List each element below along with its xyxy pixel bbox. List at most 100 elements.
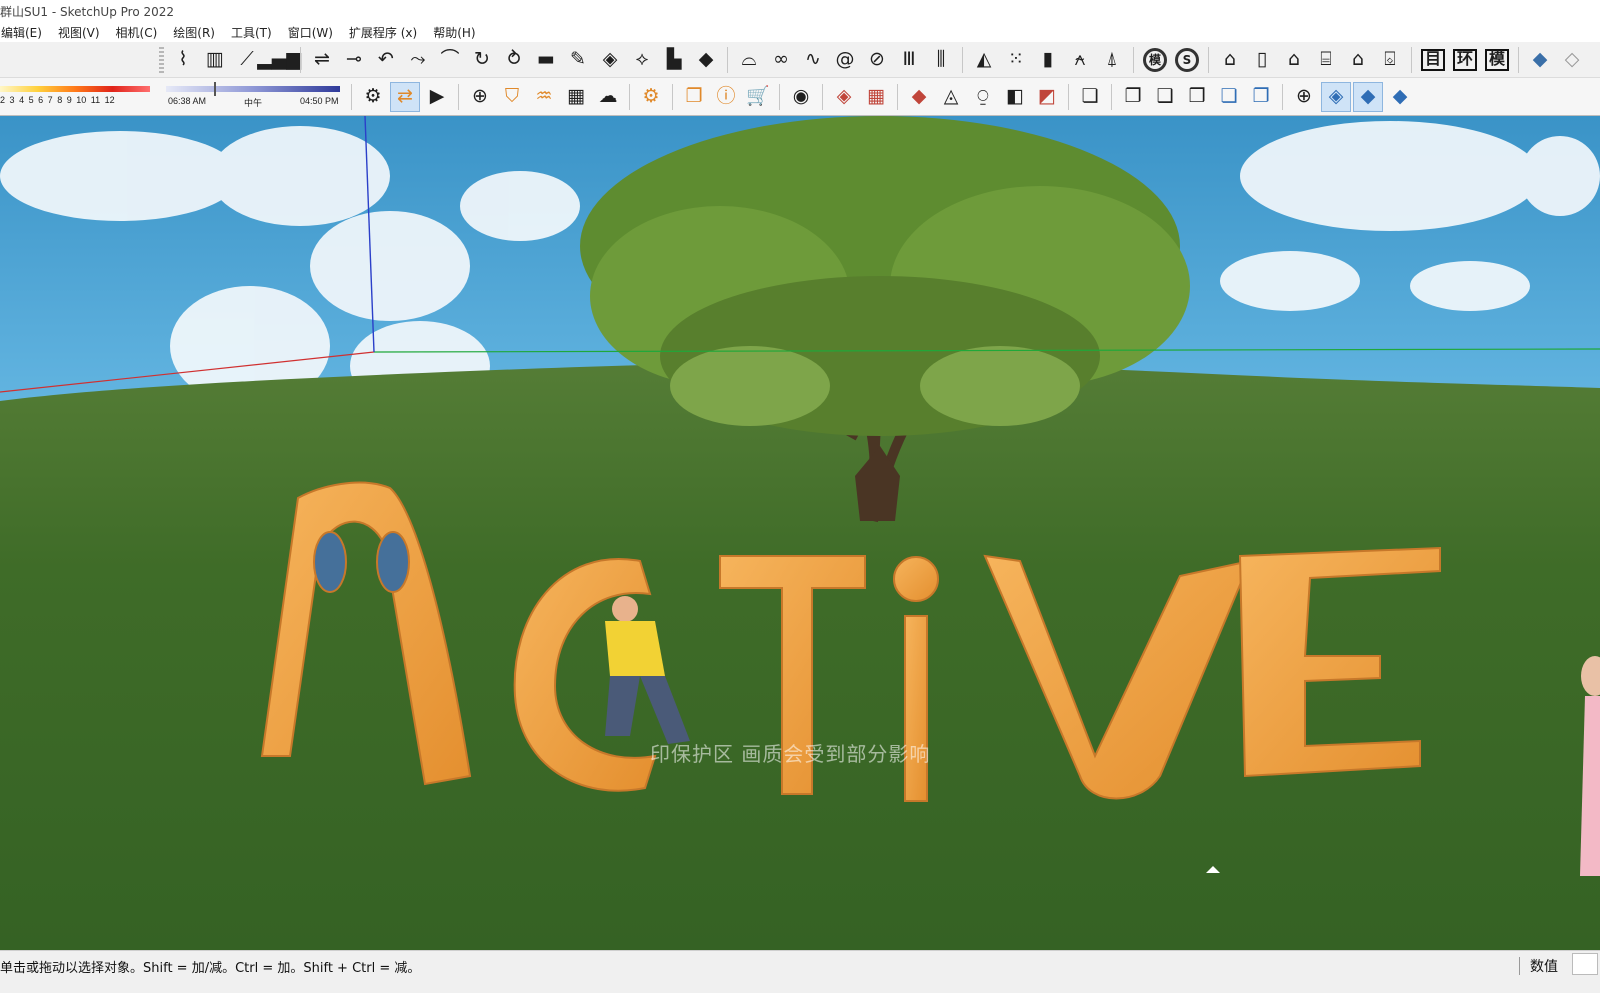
gears-icon: ⚙	[642, 85, 660, 107]
solid-intersect-button[interactable]: ❑	[1150, 82, 1180, 112]
window-frame-icon: ▥	[206, 48, 224, 70]
house-outline-button[interactable]: ⌂	[1343, 45, 1373, 75]
plank-tool-button[interactable]: ▬	[531, 45, 561, 75]
menu-extensions[interactable]: 扩展程序 (x)	[348, 24, 418, 41]
letter-i-stem	[904, 615, 928, 802]
menu-help[interactable]: 帮助(H)	[432, 24, 476, 41]
house-3d-button[interactable]: ⌂	[1215, 45, 1245, 75]
material-red-button[interactable]: ◈	[829, 82, 859, 112]
pen-tool-button[interactable]: ✎	[563, 45, 593, 75]
shield-button[interactable]: ⛉	[497, 82, 527, 112]
mu-plugin-icon: 目	[1420, 48, 1445, 71]
sandbox-flip-button[interactable]: ◩	[1032, 82, 1062, 112]
sandbox-scratch-button[interactable]: ⍜	[968, 82, 998, 112]
home-button[interactable]: ⌂	[1279, 45, 1309, 75]
grid-diamond-icon: ◈	[602, 48, 618, 70]
time-slider-thumb[interactable]	[214, 81, 216, 96]
cloud-upload-icon: ☁	[598, 85, 618, 107]
mo-plugin-icon: 模	[1484, 48, 1509, 71]
solid-outer-shell-button[interactable]: ❐	[1118, 82, 1148, 112]
grid-tool-button[interactable]: ◈	[595, 45, 625, 75]
barn-icon: ⌸	[1320, 48, 1332, 70]
door-tool-button[interactable]: ▮	[1033, 45, 1063, 75]
windows-button[interactable]: ❐	[679, 82, 709, 112]
toolbar-grip[interactable]	[159, 46, 164, 73]
gears-button[interactable]: ⚙	[636, 82, 666, 112]
shadow-time-slider[interactable]: 06:38 AM 中午 04:50 PM	[164, 81, 346, 112]
bend-tool-button[interactable]: ⤳	[403, 45, 433, 75]
chain-tool-button[interactable]: ∞	[766, 45, 796, 75]
tree-tool-button[interactable]: ⟡	[627, 45, 657, 75]
menu-edit[interactable]: 编辑(E)	[0, 24, 43, 41]
account-button[interactable]: ◉	[786, 82, 816, 112]
s-circle-button[interactable]: S	[1172, 45, 1202, 75]
menu-draw[interactable]: 绘图(R)	[172, 24, 216, 41]
video-button[interactable]: ▶	[422, 82, 452, 112]
brush-icon: ⍋	[1106, 48, 1118, 70]
lamp-button[interactable]: ♒	[529, 82, 559, 112]
sandbox-red-button[interactable]: ◆	[904, 82, 934, 112]
solid-union-button[interactable]: ❏	[1075, 82, 1105, 112]
render-settings-button[interactable]: ⚙	[358, 82, 388, 112]
cart-button[interactable]: 🛒	[743, 82, 773, 112]
cube-blue-button[interactable]: ◆	[1525, 45, 1555, 75]
book-button[interactable]: ▯	[1247, 45, 1277, 75]
sandbox-stamp-button[interactable]: ◧	[1000, 82, 1030, 112]
connect-tool-button[interactable]: ⊸	[339, 45, 369, 75]
array-tool-button[interactable]: ⁙	[1001, 45, 1031, 75]
menu-camera[interactable]: 相机(C)	[115, 24, 159, 41]
brush-tool-button[interactable]: ⍋	[1097, 45, 1127, 75]
solid-trim-button[interactable]: ❏	[1214, 82, 1244, 112]
arch-tool-button[interactable]: ⌒	[435, 45, 465, 75]
slash-tool-button[interactable]: ⊘	[862, 45, 892, 75]
sandbox-contour-button[interactable]: ◬	[936, 82, 966, 112]
lamp-icon: ♒	[535, 85, 553, 107]
window-frame-tool-button[interactable]: ▥	[200, 45, 230, 75]
mirror-tool-button[interactable]: ◭	[969, 45, 999, 75]
barn-button[interactable]: ⌸	[1311, 45, 1341, 75]
swap-views-button[interactable]: ⇄	[390, 81, 420, 112]
cube-ghost-button[interactable]: ◇	[1557, 45, 1587, 75]
mo-plugin-button[interactable]: 模	[1482, 45, 1512, 75]
spiral-tool-button[interactable]: ⥁	[499, 45, 529, 75]
add-button[interactable]: ⊕	[465, 82, 495, 112]
spring-tool-button[interactable]: @	[830, 45, 860, 75]
solid-split-button[interactable]: ❐	[1246, 82, 1276, 112]
model-circle-button[interactable]: 模	[1140, 45, 1170, 75]
stairs-tool-button[interactable]: ⌇	[168, 45, 198, 75]
toolbar-separator	[672, 83, 673, 110]
layers-tool-button[interactable]: ◆	[691, 45, 721, 75]
cart-icon: 🛒	[746, 85, 770, 107]
section-target-button[interactable]: ⊕	[1289, 82, 1319, 112]
wave-tool-button[interactable]: ∿	[798, 45, 828, 75]
toolbar-row-1: ⌇ ▥ ⟋ ▂▄▆ ⇌ ⊸ ↶ ⤳ ⌒ ↻ ⥁ ▬ ✎ ◈ ⟡ ▙ ◆ ⌓ ∞ …	[0, 42, 1600, 78]
solid-subtract-button[interactable]: ❒	[1182, 82, 1212, 112]
model-viewport[interactable]: 印保护区 画质会受到部分影响	[0, 116, 1600, 950]
loop-tool-button[interactable]: ↻	[467, 45, 497, 75]
material-grid-button[interactable]: ▦	[861, 82, 891, 112]
railing-tool-button[interactable]: ⫼	[926, 45, 956, 75]
measurements-input[interactable]	[1572, 953, 1598, 975]
shed-button[interactable]: ⌺	[1375, 45, 1405, 75]
building-tool-button[interactable]: ▙	[659, 45, 689, 75]
huan-plugin-button[interactable]: 环	[1450, 45, 1480, 75]
shadow-color-ramp[interactable]: 2 3 4 5 6 7 8 9 10 11 12	[0, 82, 158, 112]
curve-arrow-button[interactable]: ↶	[371, 45, 401, 75]
align-tool-button[interactable]: ⇌	[307, 45, 337, 75]
outer-shell-icon: ❐	[1124, 85, 1142, 107]
menu-view[interactable]: 视图(V)	[57, 24, 101, 41]
mu-plugin-button[interactable]: 目	[1418, 45, 1448, 75]
info-button[interactable]: ⓘ	[711, 82, 741, 112]
menu-window[interactable]: 窗口(W)	[287, 24, 334, 41]
cloud-upload-button[interactable]: ☁	[593, 82, 623, 112]
bar-steps-button[interactable]: ▂▄▆	[257, 45, 301, 75]
compass-tool-button[interactable]: ⍲	[1065, 45, 1095, 75]
menu-tools[interactable]: 工具(T)	[230, 24, 273, 41]
checker-button[interactable]: ▦	[561, 82, 591, 112]
section-fill-button[interactable]: ◆	[1385, 82, 1415, 112]
fence-tool-button[interactable]: Ⅲ	[894, 45, 924, 75]
section-plane-button[interactable]: ◈	[1321, 81, 1351, 112]
status-divider	[1519, 957, 1520, 975]
hat-tool-button[interactable]: ⌓	[734, 45, 764, 75]
section-cut-button[interactable]: ◆	[1353, 81, 1383, 112]
